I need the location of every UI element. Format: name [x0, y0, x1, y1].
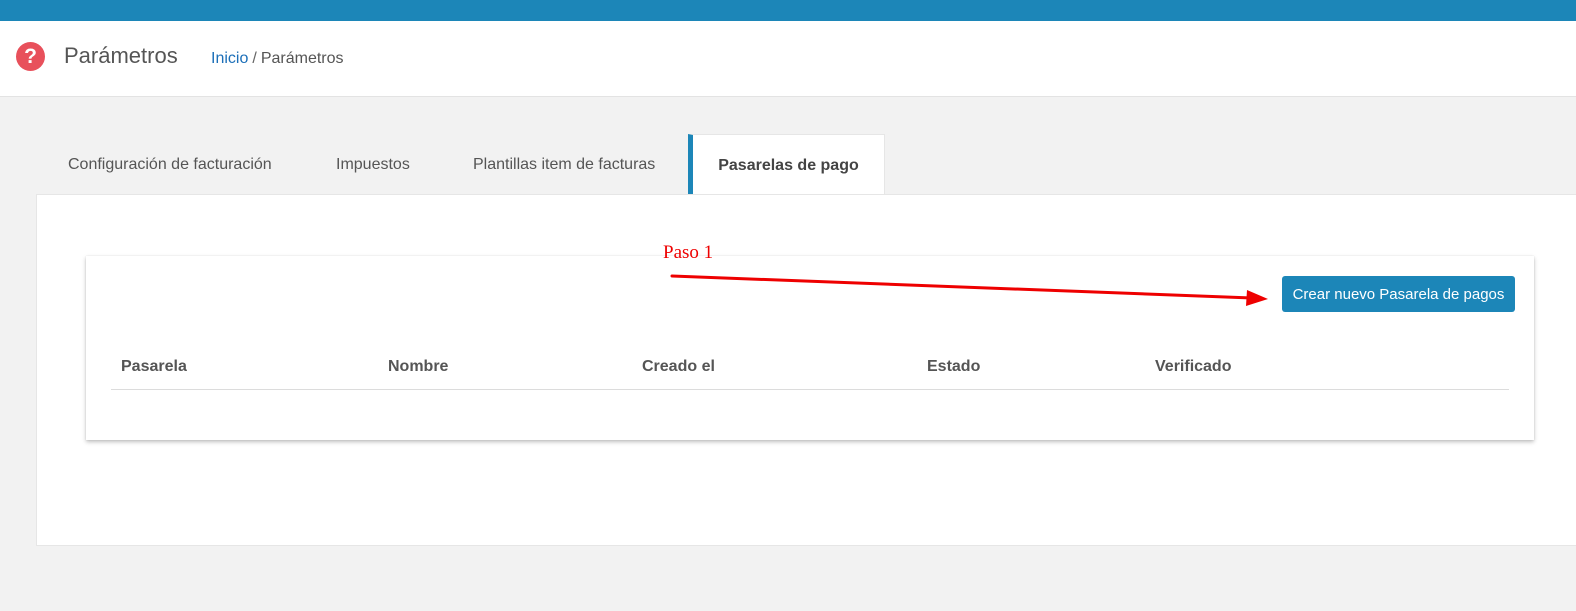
- annotation-arrow-icon: [670, 274, 1268, 306]
- breadcrumb-home-link[interactable]: Inicio: [211, 50, 248, 67]
- page-title: Parámetros: [64, 43, 178, 68]
- annotation-arrow-line: [670, 274, 1254, 300]
- column-header-nombre: Nombre: [388, 358, 449, 375]
- column-header-verificado: Verificado: [1155, 358, 1232, 375]
- top-bar: [0, 0, 1576, 21]
- table-header: Pasarela Nombre Creado el Estado Verific…: [111, 348, 1509, 390]
- create-payment-gateway-button[interactable]: Crear nuevo Pasarela de pagos: [1282, 276, 1515, 312]
- step-annotation-label: Paso 1: [663, 242, 714, 263]
- tab-configuracion-facturacion[interactable]: Configuración de facturación: [68, 134, 272, 195]
- page-header: ? Parámetros Inicio / Parámetros: [0, 21, 1576, 97]
- breadcrumb-separator: /: [252, 50, 257, 67]
- column-header-creado-el: Creado el: [642, 358, 715, 375]
- tab-plantillas-item-facturas[interactable]: Plantillas item de facturas: [473, 134, 655, 195]
- annotation-arrow-head: [1246, 290, 1268, 306]
- breadcrumb: Inicio / Parámetros: [211, 50, 344, 68]
- tab-pasarelas-de-pago[interactable]: Pasarelas de pago: [688, 134, 885, 195]
- breadcrumb-current: Parámetros: [260, 50, 344, 67]
- question-circle-icon[interactable]: ?: [16, 42, 45, 71]
- column-header-pasarela: Pasarela: [121, 358, 187, 375]
- tab-impuestos[interactable]: Impuestos: [336, 134, 410, 195]
- column-header-estado: Estado: [927, 358, 981, 375]
